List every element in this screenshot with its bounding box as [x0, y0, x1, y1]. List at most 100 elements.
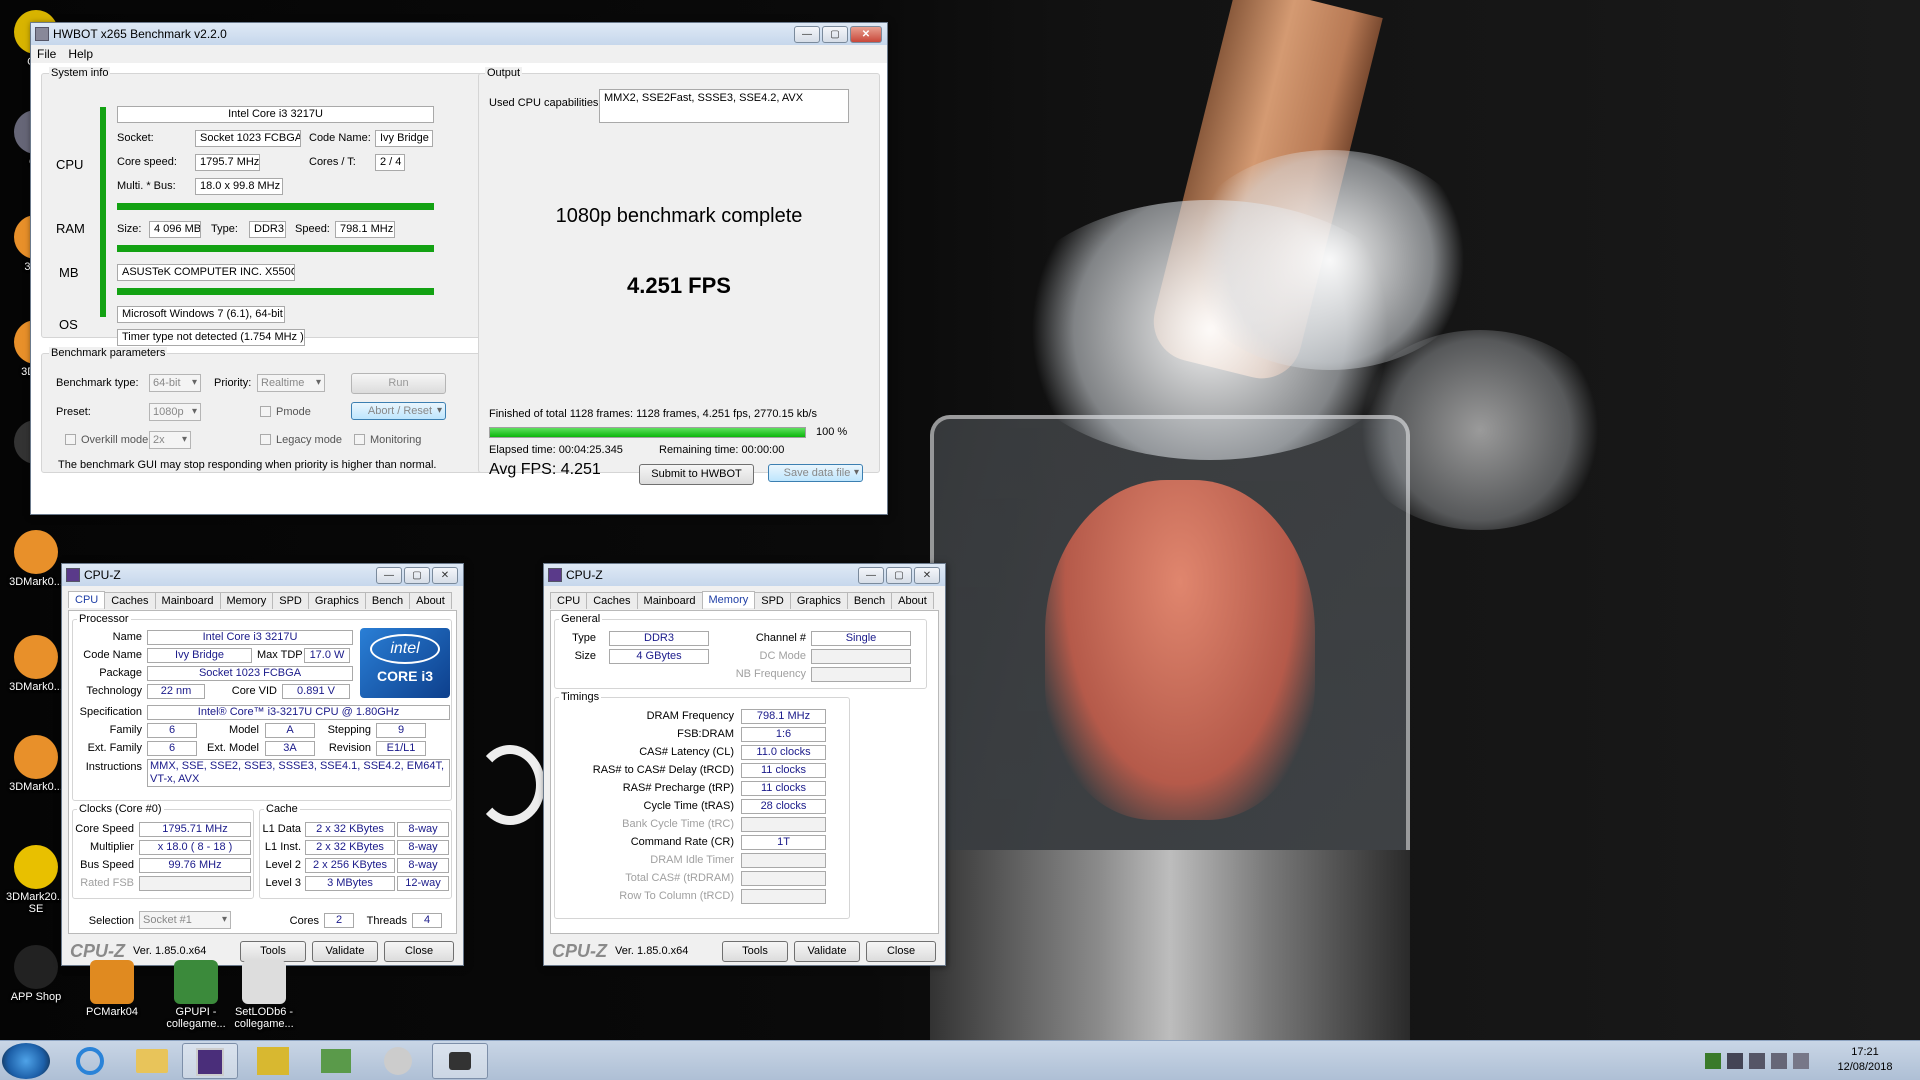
clock[interactable]: 17:21 12/08/2018 — [1815, 1045, 1915, 1075]
caps-label: Used CPU capabilities: — [489, 97, 602, 109]
package-value: Socket 1023 FCBGA — [147, 666, 353, 681]
taskbar-app-icon[interactable] — [308, 1043, 364, 1079]
socket-select[interactable]: Socket #1 — [139, 911, 231, 929]
hwbot-window[interactable]: HWBOT x265 Benchmark v2.2.0 — ▢ ✕ File H… — [30, 22, 888, 515]
tab-memory[interactable]: Memory — [701, 591, 756, 608]
taskbar-explorer-icon[interactable] — [124, 1043, 180, 1079]
save-data-button[interactable]: Save data file — [768, 464, 863, 482]
desktop-icon-pcmark04[interactable]: PCMark04 — [76, 960, 148, 1018]
network-tray-icon[interactable] — [1727, 1053, 1743, 1069]
extfam-value: 6 — [147, 741, 197, 756]
close-cpuz-button[interactable]: Close — [866, 941, 936, 962]
run-button[interactable]: Run — [351, 373, 446, 394]
tab-memory[interactable]: Memory — [219, 592, 274, 609]
taskbar-paint-icon[interactable] — [370, 1043, 426, 1079]
tab-spd[interactable]: SPD — [272, 592, 309, 609]
tools-button[interactable]: Tools — [240, 941, 306, 962]
maximize-button[interactable]: ▢ — [404, 566, 430, 584]
abort-reset-button[interactable]: Abort / Reset — [351, 402, 446, 420]
overkill-label: Overkill mode — [81, 434, 149, 446]
minimize-button[interactable]: — — [858, 566, 884, 584]
tab-spd[interactable]: SPD — [754, 592, 791, 609]
codename-field: Ivy Bridge — [375, 130, 433, 147]
desktop-icon-setlodb6[interactable]: SetLODb6 - collegame... — [228, 960, 300, 1030]
monitoring-checkbox[interactable] — [354, 434, 365, 445]
volume-icon[interactable] — [1749, 1053, 1765, 1069]
ram-status-bar — [117, 245, 434, 252]
close-cpuz-button[interactable]: Close — [384, 941, 454, 962]
tab-caches[interactable]: Caches — [104, 592, 156, 609]
setlodb6-icon — [242, 960, 286, 1004]
socket-label: Socket: — [117, 132, 154, 144]
elapsed-time: Elapsed time: 00:04:25.345 — [489, 444, 623, 456]
overkill-checkbox[interactable] — [65, 434, 76, 445]
taskbar-cpuz-icon[interactable] — [182, 1043, 238, 1079]
maximize-button[interactable]: ▢ — [886, 566, 912, 584]
tab-mainboard[interactable]: Mainboard — [154, 592, 221, 609]
tab-about[interactable]: About — [409, 592, 452, 609]
multi-label: Multi. * Bus: — [117, 180, 176, 192]
validate-button[interactable]: Validate — [794, 941, 860, 962]
power-tray-icon[interactable] — [1771, 1053, 1787, 1069]
close-button[interactable]: ✕ — [914, 566, 940, 584]
start-button[interactable] — [2, 1043, 50, 1079]
timing-value: 1:6 — [741, 727, 826, 742]
cpuz-brand: CPU-Z — [70, 940, 125, 961]
cpuz-memory-window[interactable]: CPU-Z — ▢ ✕ CPU Caches Mainboard Memory SPD G… — [543, 563, 946, 966]
nvidia-tray-icon[interactable] — [1705, 1053, 1721, 1069]
minimize-button[interactable]: — — [376, 566, 402, 584]
multiplier-label: Multiplier — [89, 841, 134, 853]
pmode-checkbox[interactable] — [260, 406, 271, 417]
hwbot-titlebar[interactable]: HWBOT x265 Benchmark v2.2.0 — ▢ ✕ — [31, 23, 887, 45]
btype-select[interactable]: 64-bit — [149, 374, 201, 392]
cpuz2-titlebar[interactable]: CPU-Z — ▢ ✕ — [544, 564, 945, 586]
tab-graphics[interactable]: Graphics — [307, 592, 366, 609]
tools-button[interactable]: Tools — [722, 941, 788, 962]
desktop-app-icon — [14, 945, 58, 989]
maxtdp-value: 17.0 W — [304, 648, 350, 663]
taskbar-ie-icon[interactable] — [62, 1043, 118, 1079]
desktop-icon-label: 3DMark0... — [9, 681, 63, 693]
menu-help[interactable]: Help — [68, 47, 93, 61]
tab-graphics[interactable]: Graphics — [789, 592, 848, 609]
validate-button[interactable]: Validate — [312, 941, 378, 962]
submit-hwbot-button[interactable]: Submit to HWBOT — [639, 464, 754, 485]
tab-about[interactable]: About — [891, 592, 934, 609]
tab-cpu[interactable]: CPU — [550, 592, 588, 609]
gpuz-icon — [257, 1047, 289, 1075]
preset-label: Preset: — [56, 406, 91, 418]
timing-value: 11 clocks — [741, 763, 826, 778]
tab-bench[interactable]: Bench — [364, 592, 411, 609]
timing-label: DRAM Frequency — [646, 710, 734, 722]
tab-bench[interactable]: Bench — [846, 592, 893, 609]
taskbar-gpuz-icon[interactable] — [245, 1043, 301, 1079]
close-button[interactable]: ✕ — [432, 566, 458, 584]
taskbar-hwbot-icon[interactable] — [432, 1043, 488, 1079]
cpuz1-panel: Processor Name Intel Core i3 3217U Code … — [68, 610, 457, 934]
preset-select[interactable]: 1080p — [149, 403, 201, 421]
cpuz1-titlebar[interactable]: CPU-Z — ▢ ✕ — [62, 564, 463, 586]
menu-file[interactable]: File — [37, 47, 56, 61]
core-i3-text: CORE i3 — [376, 668, 433, 684]
tab-caches[interactable]: Caches — [586, 592, 638, 609]
ram-label: RAM — [56, 221, 85, 236]
tab-mainboard[interactable]: Mainboard — [636, 592, 703, 609]
mb-field: ASUSTeK COMPUTER INC. X550CC — [117, 264, 295, 281]
maximize-button[interactable]: ▢ — [822, 25, 848, 43]
progress-percent: 100 % — [816, 426, 848, 438]
model-value: A — [265, 723, 315, 738]
codename-label: Code Name: — [309, 132, 371, 144]
action-center-icon[interactable] — [1793, 1053, 1809, 1069]
rated-fsb-label: Rated FSB — [80, 877, 134, 889]
legacy-checkbox[interactable] — [260, 434, 271, 445]
cpuz-icon — [548, 568, 562, 582]
priority-select[interactable]: Realtime — [257, 374, 325, 392]
minimize-button[interactable]: — — [794, 25, 820, 43]
cpuz-cpu-window[interactable]: CPU-Z — ▢ ✕ CPU Caches Mainboard Memory SPD G… — [61, 563, 464, 966]
ram-size-label: Size: — [117, 223, 142, 235]
nb-frequency-label: NB Frequency — [735, 668, 806, 680]
tab-cpu[interactable]: CPU — [68, 591, 106, 608]
close-button[interactable]: ✕ — [850, 25, 882, 43]
overkill-select[interactable]: 2x — [149, 431, 191, 449]
desktop-icon-gpupi[interactable]: GPUPI - collegame... — [160, 960, 232, 1030]
